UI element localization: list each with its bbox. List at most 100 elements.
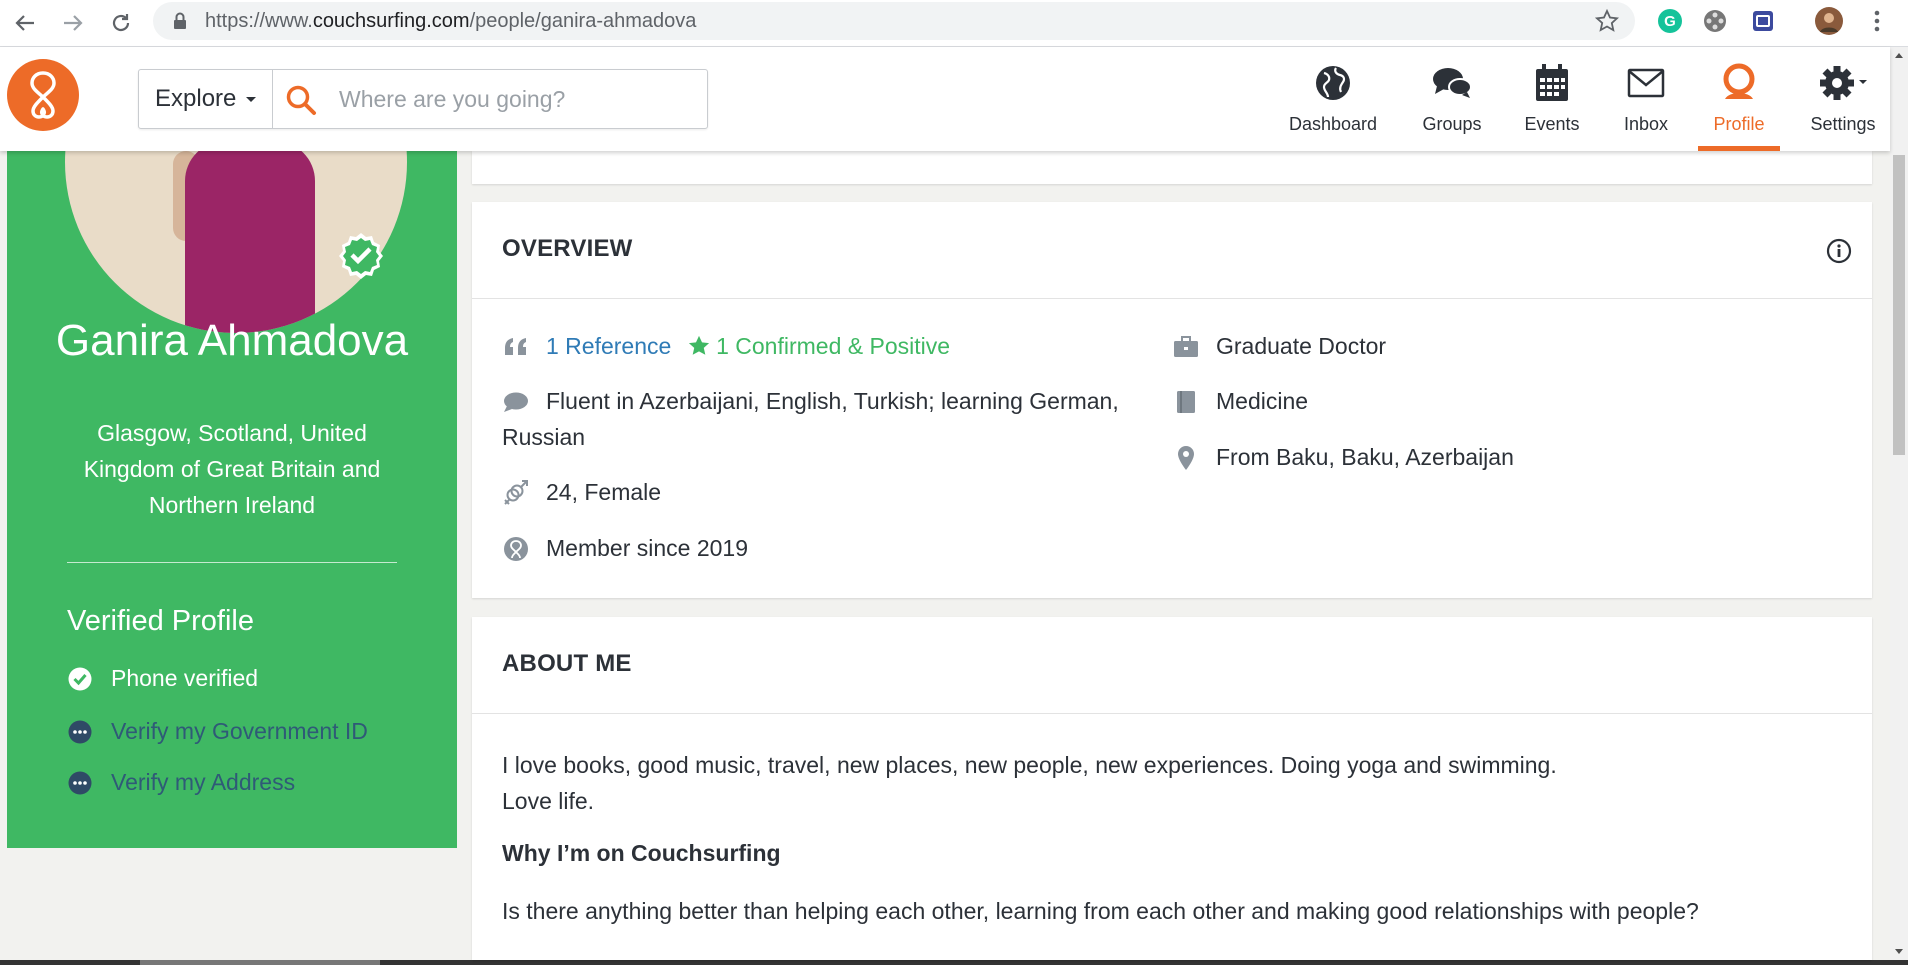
svg-text:G: G (1664, 13, 1676, 30)
overview-title: OVERVIEW (502, 235, 633, 262)
film-reel-extension-icon[interactable] (1700, 6, 1730, 36)
url-text: https://www.couchsurfing.com/people/gani… (205, 10, 697, 32)
languages-text: Fluent in Azerbaijani, English, Turkish;… (502, 388, 1119, 450)
bookmark-star-icon[interactable] (1595, 9, 1619, 33)
about-divider (472, 713, 1872, 714)
address-bar[interactable]: https://www.couchsurfing.com/people/gani… (153, 2, 1635, 40)
verified-profile-title: Verified Profile (67, 605, 254, 637)
verify-government-id-link[interactable]: Verify my Government ID (67, 718, 368, 745)
explore-label: Explore (155, 85, 237, 112)
nav-events[interactable]: Events (1524, 59, 1580, 151)
star-icon (678, 333, 710, 359)
why-couchsurfing-heading: Why I’m on Couchsurfing (502, 840, 781, 866)
browser-toolbar: https://www.couchsurfing.com/people/gani… (0, 0, 1908, 47)
explore-dropdown[interactable]: Explore (139, 70, 273, 128)
gear-icon (1820, 66, 1867, 100)
education-item: Medicine (1172, 383, 1308, 419)
nav-settings[interactable]: Settings (1810, 59, 1876, 151)
nav-groups[interactable]: Groups (1420, 59, 1484, 151)
search-group: Explore (138, 69, 708, 129)
about-me-line-2: Love life. (502, 788, 595, 814)
grammarly-extension-icon[interactable]: G (1655, 6, 1685, 36)
lock-icon (174, 12, 186, 29)
horizontal-scrollbar[interactable] (0, 960, 1908, 965)
avatar-photo-dress (185, 151, 315, 333)
quote-icon (502, 334, 530, 360)
scroll-up-arrow-icon[interactable] (1895, 53, 1903, 58)
phone-verified-label: Phone verified (111, 665, 259, 691)
nav-profile-label: Profile (1713, 114, 1765, 134)
screen-capture-extension-icon[interactable] (1748, 6, 1778, 36)
speech-bubble-icon (502, 389, 530, 415)
forward-arrow-icon (64, 15, 83, 31)
caret-down-icon (246, 96, 257, 102)
nav-inbox-label: Inbox (1623, 114, 1669, 134)
reload-button[interactable] (104, 6, 138, 40)
occupation-row: Graduate Doctor (1172, 328, 1386, 364)
calendar-icon (1536, 64, 1568, 101)
confirmed-positive-link[interactable]: 1 Confirmed & Positive (716, 333, 950, 359)
references-link[interactable]: 1 Reference (546, 333, 671, 359)
about-me-line-1: I love books, good music, travel, new pl… (502, 752, 1557, 778)
member-since-text: Member since 2019 (546, 535, 748, 561)
profile-sidebar: Ganira Ahmadova Glasgow, Scotland, Unite… (7, 151, 457, 848)
user-avatar-icon[interactable] (1814, 6, 1844, 36)
about-me-text: I love books, good music, travel, new pl… (502, 747, 1557, 819)
couchsurfing-member-icon (502, 536, 530, 562)
gender-icon (502, 480, 530, 506)
age-gender-row: 24, Female (502, 474, 661, 510)
profile-location: Glasgow, Scotland, United Kingdom of Gre… (83, 420, 381, 518)
verify-address-label: Verify my Address (111, 769, 296, 795)
hometown-text: From Baku, Baku, Azerbaijan (1216, 444, 1514, 470)
verified-badge-icon (339, 233, 383, 279)
hometown-row: From Baku, Baku, Azerbaijan (1172, 439, 1514, 475)
references-row: 1 Reference 1 Confirmed & Positive (502, 328, 950, 364)
member-since-row: Member since 2019 (502, 530, 748, 566)
reload-icon (112, 14, 130, 32)
nav-events-label: Events (1524, 114, 1580, 134)
more-dots-icon (67, 719, 93, 745)
forward-button[interactable] (56, 6, 90, 40)
globe-icon (1316, 66, 1350, 100)
profile-name: Ganira Ahmadova (55, 316, 409, 365)
nav-settings-label: Settings (1810, 114, 1876, 134)
user-icon (1723, 63, 1755, 99)
why-couchsurfing-text: Is there anything better than helping ea… (502, 898, 1699, 924)
search-input[interactable] (339, 79, 689, 119)
briefcase-icon (1172, 334, 1200, 360)
scrollbar-thumb[interactable] (1893, 155, 1905, 455)
phone-verified-item: Phone verified (67, 665, 258, 692)
overview-card: OVERVIEW 1 Reference 1 Confirmed & Posit… (472, 202, 1872, 598)
check-badge-icon (67, 666, 93, 692)
map-pin-icon (1172, 445, 1200, 471)
scroll-down-arrow-icon[interactable] (1895, 949, 1903, 954)
nav-dashboard[interactable]: Dashboard (1288, 59, 1378, 151)
site-header: Explore Dashboard Groups Events Inbox Pr… (0, 47, 1890, 151)
nav-dashboard-label: Dashboard (1288, 114, 1378, 134)
languages-row: Fluent in Azerbaijani, English, Turkish;… (502, 383, 1142, 455)
nav-profile[interactable]: Profile (1698, 59, 1780, 151)
book-icon (1172, 389, 1200, 415)
back-arrow-icon (15, 15, 34, 31)
nav-groups-label: Groups (1422, 114, 1482, 134)
sidebar-divider (67, 562, 397, 563)
about-me-card: ABOUT ME I love books, good music, trave… (472, 617, 1872, 960)
info-icon[interactable] (1826, 238, 1852, 264)
previous-card (472, 151, 1872, 184)
occupation-text: Graduate Doctor (1216, 333, 1387, 359)
horizontal-scrollbar-thumb[interactable] (140, 960, 380, 965)
more-dots-icon (67, 770, 93, 796)
verify-address-link[interactable]: Verify my Address (67, 769, 295, 796)
browser-menu-icon[interactable] (1862, 6, 1892, 36)
nav-inbox[interactable]: Inbox (1622, 59, 1670, 151)
couchsurfing-logo-icon (30, 71, 56, 119)
chat-bubbles-icon (1433, 68, 1472, 98)
envelope-icon (1627, 68, 1665, 98)
vertical-scrollbar[interactable] (1890, 47, 1908, 960)
about-me-title: ABOUT ME (502, 650, 632, 677)
overview-divider (472, 298, 1872, 299)
search-icon (286, 85, 316, 115)
verify-government-id-label: Verify my Government ID (111, 718, 368, 744)
back-button[interactable] (8, 6, 42, 40)
couchsurfing-logo[interactable] (7, 59, 79, 131)
